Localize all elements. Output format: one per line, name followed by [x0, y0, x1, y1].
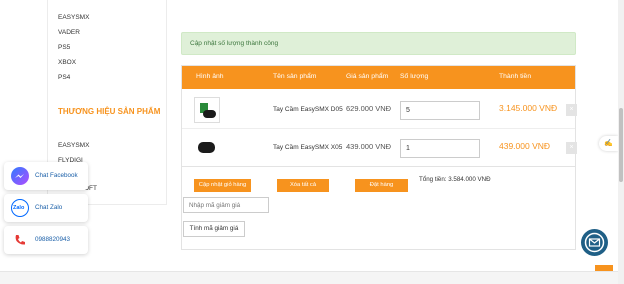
zalo-icon: Zalo — [11, 199, 29, 217]
sidebar-item-ps5[interactable]: PS5 — [58, 44, 70, 51]
sidebar-item-vader[interactable]: VADER — [58, 29, 80, 36]
brand-item-easysmx[interactable]: EASYSMX — [58, 142, 89, 149]
scrollbar-thumb[interactable] — [619, 108, 623, 182]
delete-item-button[interactable]: × — [566, 142, 577, 154]
accessibility-icon[interactable]: ✍ — [599, 136, 618, 151]
clear-cart-button[interactable]: Xóa tất cả — [277, 179, 329, 192]
table-row: Tay Cầm EasySMX X05 439.000 VNĐ 439.000 … — [182, 129, 577, 167]
phone-icon — [11, 231, 29, 249]
update-cart-button[interactable]: Cập nhật giỏ hàng — [194, 179, 251, 192]
header-product-name: Tên sản phẩm — [273, 73, 317, 80]
product-thumbnail[interactable] — [194, 135, 220, 161]
sidebar-item-xbox[interactable]: XBOX — [58, 59, 76, 66]
gamepad-icon — [198, 142, 215, 153]
line-total: 3.145.000 VNĐ — [499, 103, 558, 113]
header-price: Giá sản phẩm — [346, 73, 389, 80]
chat-zalo-label: Chat Zalo — [35, 204, 63, 211]
apply-coupon-button[interactable]: Tính mã giảm giá — [183, 221, 245, 237]
success-message: Cập nhật số lượng thành công — [190, 40, 279, 47]
envelope-icon — [584, 232, 605, 253]
chat-facebook-button[interactable]: Chat Facebook — [4, 162, 88, 190]
line-total: 439.000 VNĐ — [499, 141, 551, 151]
product-thumbnail[interactable] — [194, 97, 220, 123]
product-name[interactable]: Tay Cầm EasySMX D05 — [273, 106, 343, 113]
coupon-input[interactable] — [183, 197, 269, 213]
success-alert: Cập nhật số lượng thành công — [181, 32, 576, 55]
header-quantity: Số lượng — [400, 73, 429, 80]
header-total: Thành tiền — [499, 73, 532, 80]
call-phone-button[interactable]: 0988820943 — [4, 226, 88, 254]
chat-facebook-label: Chat Facebook — [35, 172, 78, 179]
quantity-input[interactable] — [400, 101, 480, 120]
grand-total: Tổng tiền: 3.584.000 VNĐ — [419, 176, 491, 183]
header-image: Hình ảnh — [196, 73, 224, 80]
sidebar-item-ps4[interactable]: PS4 — [58, 74, 70, 81]
product-name[interactable]: Tay Cầm EasySMX X05 — [273, 144, 342, 151]
delete-item-button[interactable]: × — [566, 104, 577, 116]
sidebar-item-easysmx[interactable]: EASYSMX — [58, 14, 89, 21]
message-bubble-button[interactable] — [581, 229, 608, 256]
page-scrollbar[interactable] — [618, 0, 624, 284]
chat-zalo-button[interactable]: Zalo Chat Zalo — [4, 194, 88, 222]
quantity-input[interactable] — [400, 139, 480, 158]
phone-number: 0988820943 — [35, 236, 71, 243]
messenger-icon — [11, 167, 29, 185]
table-row: Tay Cầm EasySMX D05 629.000 VNĐ 3.145.00… — [182, 91, 577, 129]
checkout-button[interactable]: Đặt hàng — [355, 179, 408, 192]
zalo-icon-text: Zalo — [13, 205, 25, 211]
product-price: 439.000 VNĐ — [346, 142, 392, 151]
brand-section-title: THƯƠNG HIỆU SẢN PHẨM — [58, 107, 161, 116]
footer-strip — [0, 271, 618, 284]
product-price: 629.000 VNĐ — [346, 104, 392, 113]
gamepad-icon — [203, 110, 216, 118]
table-header: Hình ảnh Tên sản phẩm Giá sản phẩm Số lư… — [182, 66, 575, 89]
